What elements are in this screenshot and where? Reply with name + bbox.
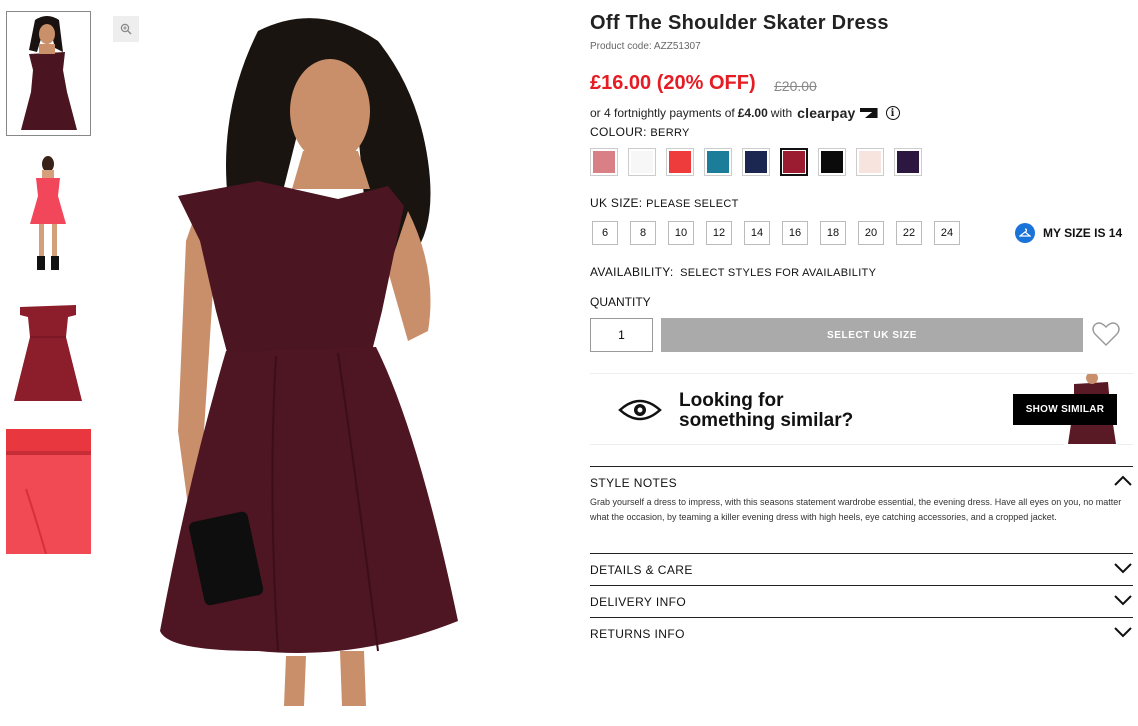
colour-swatch[interactable] [818, 148, 846, 176]
size-options: 6 8 10 12 14 16 18 20 22 24 [592, 221, 960, 245]
size-option[interactable]: 6 [592, 221, 618, 245]
size-option[interactable]: 24 [934, 221, 960, 245]
my-size-button[interactable]: MY SIZE IS 14 [1015, 223, 1122, 243]
product-code: Product code: AZZ51307 [590, 41, 701, 52]
installments-prefix: or 4 fortnightly payments of [590, 106, 735, 120]
size-label: UK SIZE: PLEASE SELECT [590, 196, 739, 210]
details-care-header[interactable]: DETAILS & CARE [590, 554, 1133, 585]
size-option[interactable]: 20 [858, 221, 884, 245]
style-notes-title: STYLE NOTES [590, 475, 678, 490]
colour-swatch[interactable] [704, 148, 732, 176]
zoom-icon[interactable] [113, 16, 139, 42]
size-option[interactable]: 22 [896, 221, 922, 245]
colour-swatch[interactable] [590, 148, 618, 176]
installments-amount: £4.00 [737, 106, 768, 120]
similar-banner: Looking for something similar? SHOW SIMI… [590, 373, 1133, 446]
returns-info-header[interactable]: RETURNS INFO [590, 618, 1133, 649]
info-icon[interactable]: i [885, 106, 900, 120]
product-main-image[interactable] [108, 11, 571, 706]
similar-line-1: Looking for [679, 390, 784, 411]
details-care-section: DETAILS & CARE [590, 553, 1133, 585]
delivery-info-section: DELIVERY INFO [590, 585, 1133, 617]
returns-info-title: RETURNS INFO [590, 626, 685, 641]
colour-label-text: COLOUR: [590, 125, 647, 139]
sale-price: £16.00 (20% OFF) [590, 72, 756, 94]
colour-swatch[interactable] [742, 148, 770, 176]
chevron-up-icon [1113, 475, 1133, 490]
delivery-info-header[interactable]: DELIVERY INFO [590, 586, 1133, 617]
size-option[interactable]: 8 [630, 221, 656, 245]
style-notes-header[interactable]: STYLE NOTES [590, 467, 1133, 498]
wishlist-heart-icon[interactable] [1090, 318, 1122, 350]
clearpay-logo: clearpay [797, 105, 856, 121]
size-option[interactable]: 10 [668, 221, 694, 245]
similar-text: Looking for something similar? [679, 391, 853, 431]
delivery-info-title: DELIVERY INFO [590, 594, 687, 609]
eye-icon [618, 398, 662, 427]
size-option[interactable]: 14 [744, 221, 770, 245]
availability-label: AVAILABILITY: [590, 265, 674, 279]
colour-swatches [590, 148, 922, 176]
colour-label: COLOUR: BERRY [590, 125, 690, 139]
colour-swatch[interactable] [666, 148, 694, 176]
product-page: Off The Shoulder Skater Dress Product co… [0, 0, 1138, 726]
chevron-down-icon [1113, 562, 1133, 577]
size-label-text: UK SIZE: [590, 196, 643, 210]
my-size-label: MY SIZE IS 14 [1043, 226, 1123, 240]
colour-selected: BERRY [650, 127, 690, 139]
add-to-bag-button[interactable]: SELECT UK SIZE [661, 318, 1083, 352]
style-notes-body: Grab yourself a dress to impress, with t… [590, 497, 1122, 522]
colour-swatch[interactable] [628, 148, 656, 176]
availability-value: SELECT STYLES FOR AVAILABILITY [680, 267, 877, 279]
returns-info-section: RETURNS INFO [590, 617, 1133, 649]
colour-swatch-selected[interactable] [780, 148, 808, 176]
similar-line-2: something similar? [679, 410, 854, 431]
style-notes-section: STYLE NOTES Grab yourself a dress to imp… [590, 466, 1133, 525]
colour-swatch[interactable] [894, 148, 922, 176]
chevron-down-icon [1113, 626, 1133, 641]
size-option[interactable]: 18 [820, 221, 846, 245]
quantity-input[interactable] [590, 318, 653, 352]
size-option[interactable]: 12 [706, 221, 732, 245]
size-hint: PLEASE SELECT [646, 198, 739, 210]
thumbnail-back[interactable] [6, 152, 91, 277]
details-care-title: DETAILS & CARE [590, 562, 693, 577]
thumbnail-front[interactable] [6, 11, 91, 136]
availability: AVAILABILITY: SELECT STYLES FOR AVAILABI… [590, 265, 876, 279]
thumbnail-detail[interactable] [6, 429, 91, 554]
hanger-icon [1015, 223, 1035, 243]
product-title: Off The Shoulder Skater Dress [590, 12, 889, 34]
clearpay-mark-icon [859, 108, 878, 118]
installments-info: or 4 fortnightly payments of £4.00 with … [590, 105, 900, 121]
original-price: £20.00 [774, 78, 817, 94]
thumbnail-flatlay[interactable] [6, 293, 91, 418]
installments-with: with [770, 106, 793, 120]
colour-swatch[interactable] [856, 148, 884, 176]
size-option[interactable]: 16 [782, 221, 808, 245]
chevron-down-icon [1113, 594, 1133, 609]
quantity-label: QUANTITY [590, 295, 651, 309]
show-similar-button[interactable]: SHOW SIMILAR [1013, 394, 1117, 425]
